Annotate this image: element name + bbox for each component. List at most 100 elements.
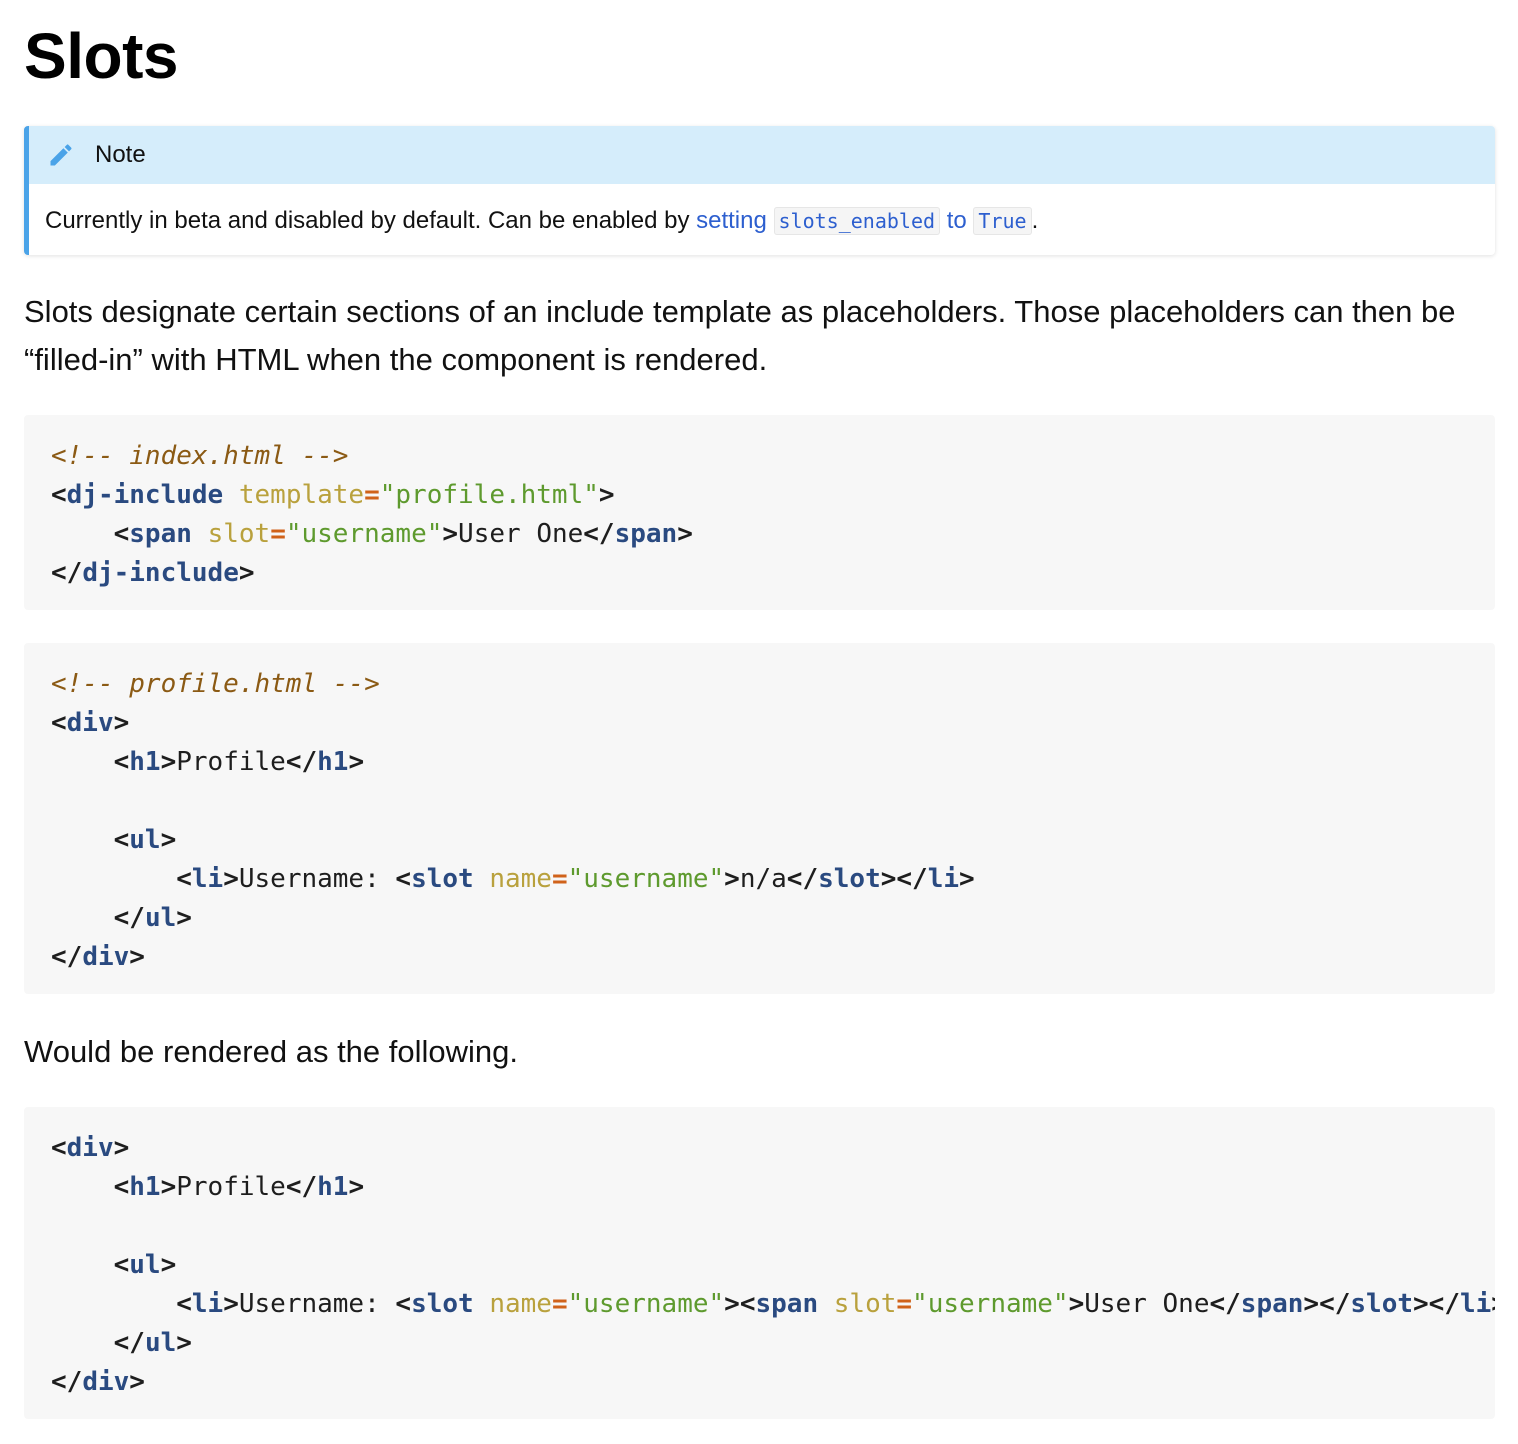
code-punct: </: [583, 519, 615, 549]
code-punct: >: [348, 747, 365, 777]
code-punct: ><: [724, 1289, 756, 1319]
code-tag: slot: [1350, 1289, 1414, 1319]
note-title: Note: [95, 141, 146, 168]
code-punct: >: [223, 864, 239, 894]
to-link[interactable]: to: [947, 207, 967, 234]
page-title: Slots: [24, 20, 178, 92]
code-punct: >: [598, 480, 615, 510]
code-equals: =: [364, 480, 380, 510]
code-equals: =: [551, 864, 568, 894]
code-punct: <: [51, 708, 67, 738]
code-tag: li: [927, 864, 960, 894]
true-code: True: [973, 207, 1032, 235]
code-punct: </: [51, 1367, 83, 1397]
code-comment: <!-- profile.html -->: [51, 669, 380, 699]
code-punct: >: [442, 519, 459, 549]
code-text: Username:: [238, 864, 396, 894]
code-tag: h1: [317, 1172, 349, 1202]
code-punct: </: [113, 903, 145, 933]
code-punct: >: [724, 864, 740, 894]
setting-link[interactable]: setting: [696, 207, 767, 234]
code-line: <li>Username: <slot name="username">n/a<…: [51, 860, 1495, 899]
code-punct: >: [176, 1328, 192, 1358]
code-punct: >: [677, 519, 693, 549]
code-block-profile[interactable]: <!-- profile.html --> <div> <h1>Profile</…: [24, 643, 1495, 994]
code-punct: >: [176, 903, 192, 933]
true-link[interactable]: True: [973, 207, 1032, 235]
slots-enabled-code: slots_enabled: [773, 207, 941, 235]
code-punct: >: [129, 1367, 145, 1397]
code-tag: ul: [129, 1250, 161, 1280]
code-punct: <: [176, 1289, 192, 1319]
note-body: Currently in beta and disabled by defaul…: [29, 184, 1495, 238]
code-punct: </: [285, 747, 318, 777]
code-punct: >: [1491, 1289, 1495, 1319]
code-tag: h1: [129, 747, 161, 777]
code-tag: div: [66, 708, 114, 738]
code-punct: >: [959, 864, 975, 894]
code-punct: <: [113, 747, 130, 777]
code-block-index[interactable]: <!-- index.html --> <dj-include template=…: [24, 415, 1495, 610]
code-punct: >: [160, 825, 177, 855]
code-punct: >: [160, 747, 177, 777]
code-line: <span slot="username">User One</span>: [51, 515, 1495, 554]
code-text: User One: [458, 519, 584, 549]
code-line: </div>: [51, 938, 1495, 977]
code-block-rendered[interactable]: <div> <h1>Profile</h1> <ul> <li>Username…: [24, 1107, 1495, 1419]
code-punct: </: [285, 1172, 318, 1202]
code-punct: </: [786, 864, 819, 894]
code-string: "username": [285, 519, 443, 549]
code-tag: ul: [144, 1328, 177, 1358]
code-tag: h1: [129, 1172, 161, 1202]
code-string: "profile.html": [379, 480, 599, 510]
note-text-suffix: .: [1031, 207, 1039, 234]
code-tag: dj-include: [66, 480, 224, 510]
code-text: Username:: [238, 1289, 396, 1319]
intro-paragraph: Slots designate certain sections of an i…: [24, 294, 1456, 377]
code-line: </ul>: [51, 899, 1495, 938]
rendered-paragraph: Would be rendered as the following.: [24, 1034, 519, 1069]
code-tag: span: [755, 1289, 819, 1319]
pencil-icon: [50, 144, 72, 166]
code-text: User One: [1084, 1289, 1210, 1319]
code-string: "username": [567, 864, 725, 894]
code-punct: <: [113, 519, 130, 549]
code-tag: ul: [144, 903, 177, 933]
code-line: <div>: [51, 1129, 1495, 1168]
code-text: n/a: [739, 864, 787, 894]
slots-enabled-link[interactable]: slots_enabled: [773, 207, 941, 235]
code-line: <h1>Profile</h1>: [51, 1168, 1495, 1207]
code-text: Profile: [176, 1172, 286, 1202]
code-string: "username": [912, 1289, 1069, 1319]
code-punct: <: [395, 1289, 412, 1319]
code-punct: <: [51, 480, 67, 510]
code-attr: template: [238, 480, 365, 510]
note-header: Note: [29, 126, 1495, 184]
code-punct: </: [51, 942, 83, 972]
code-punct: >: [160, 1172, 177, 1202]
note-admonition: Note Currently in beta and disabled by d…: [24, 126, 1495, 255]
note-text-prefix: Currently in beta and disabled by defaul…: [45, 207, 697, 234]
code-attr: name: [489, 1289, 552, 1319]
code-tag: h1: [317, 747, 349, 777]
code-punct: >: [113, 708, 130, 738]
code-line: <ul>: [51, 1246, 1495, 1285]
code-tag: div: [82, 942, 130, 972]
code-tag: slot: [411, 864, 474, 894]
code-line: </dj-include>: [51, 554, 1495, 593]
code-tag: li: [1459, 1289, 1492, 1319]
code-punct: ></: [1413, 1289, 1460, 1319]
code-tag: span: [129, 519, 192, 549]
code-punct: ></: [880, 864, 928, 894]
